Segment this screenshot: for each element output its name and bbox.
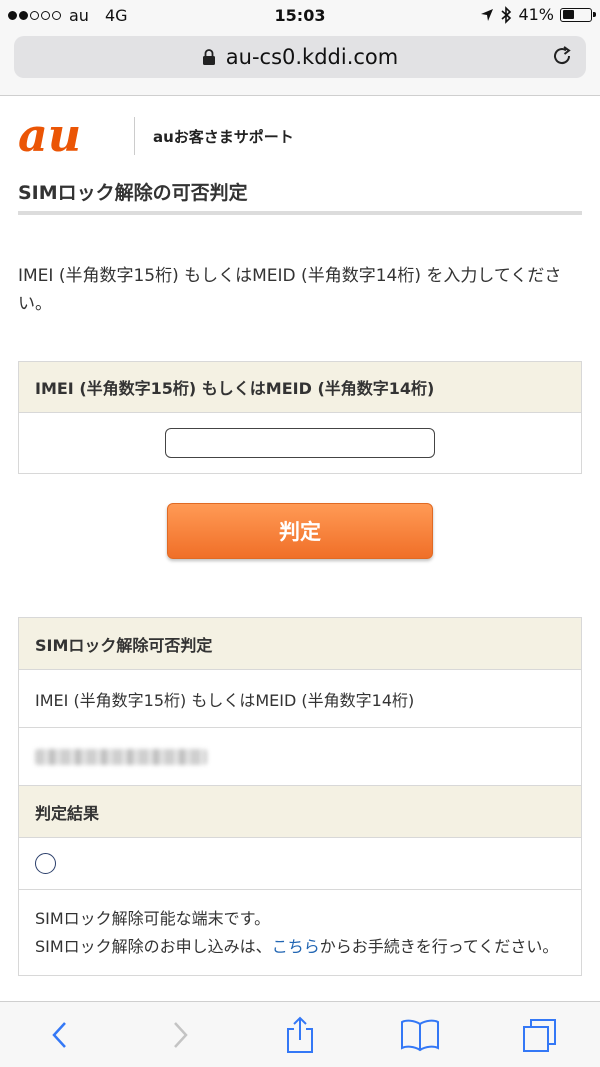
judge-button[interactable]: 判定	[167, 503, 433, 559]
imei-input[interactable]	[165, 428, 435, 458]
result-message-line1: SIMロック解除可能な端末です。	[35, 909, 271, 928]
result-table: SIMロック解除可否判定 IMEI (半角数字15桁) もしくはMEID (半角…	[18, 617, 582, 976]
title-underline	[18, 211, 582, 215]
result-message: SIMロック解除可能な端末です。 SIMロック解除のお申し込みは、こちらからお手…	[19, 890, 581, 976]
tabs-icon	[523, 1018, 556, 1052]
imei-label-cell: IMEI (半角数字15桁) もしくはMEID (半角数字14桁)	[19, 670, 581, 728]
imei-form-table: IMEI (半角数字15桁) もしくはMEID (半角数字14桁)	[18, 361, 582, 474]
share-button[interactable]	[270, 1010, 330, 1060]
blurred-imei-value	[35, 748, 207, 765]
address-bar[interactable]: au-cs0.kddi.com	[14, 36, 586, 78]
browser-toolbar	[0, 1001, 600, 1067]
browser-url-area: au-cs0.kddi.com	[0, 32, 600, 96]
imei-input-cell	[19, 413, 581, 473]
reload-icon[interactable]	[550, 44, 574, 68]
apply-link[interactable]: こちら	[272, 937, 320, 956]
instruction-text: IMEI (半角数字15桁) もしくはMEID (半角数字14桁) を入力してく…	[18, 266, 562, 314]
page-title: SIMロック解除の可否判定	[18, 182, 248, 204]
imei-value-cell	[19, 728, 581, 786]
share-icon	[287, 1016, 313, 1053]
imei-form-header: IMEI (半角数字15桁) もしくはMEID (半角数字14桁)	[19, 362, 581, 413]
status-right: 41%	[480, 5, 596, 24]
header-divider	[134, 117, 135, 155]
result-message-pre: SIMロック解除のお申し込みは、	[35, 937, 272, 956]
url-domain: au-cs0.kddi.com	[225, 45, 399, 69]
circle-icon	[35, 853, 56, 874]
tabs-button[interactable]	[510, 1010, 570, 1060]
chevron-right-icon	[174, 1021, 188, 1048]
result-label-cell: 判定結果	[19, 786, 581, 838]
result-table-title: SIMロック解除可否判定	[19, 618, 581, 670]
result-symbol-cell	[19, 838, 581, 890]
book-icon	[401, 1019, 439, 1051]
battery-icon	[560, 7, 596, 22]
forward-button[interactable]	[150, 1010, 210, 1060]
result-message-post: からお手続きを行ってください。	[319, 937, 559, 956]
status-bar: au 4G 15:03 41%	[0, 0, 600, 32]
site-header: au auお客さまサポート	[18, 112, 582, 160]
location-arrow-icon	[481, 8, 494, 21]
bluetooth-icon	[501, 5, 512, 24]
svg-text:au: au	[18, 113, 81, 159]
battery-percent: 41%	[518, 5, 554, 24]
back-button[interactable]	[30, 1010, 90, 1060]
bookmarks-button[interactable]	[390, 1010, 450, 1060]
au-logo[interactable]: au	[18, 113, 118, 159]
chevron-left-icon	[52, 1021, 66, 1048]
lock-icon	[202, 49, 215, 65]
support-label: auお客さまサポート	[153, 127, 294, 146]
